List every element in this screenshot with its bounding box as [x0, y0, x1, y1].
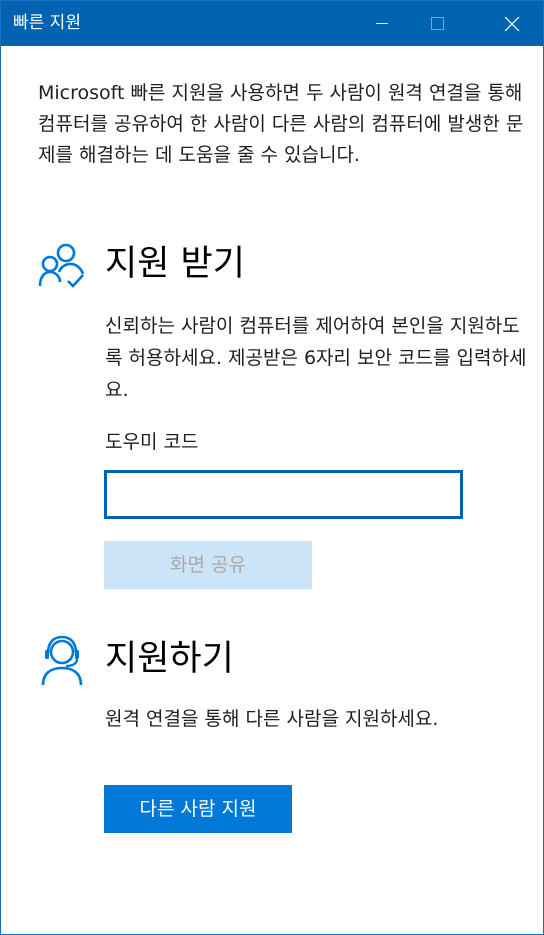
minimize-button[interactable] [359, 1, 405, 46]
headset-person-icon [41, 635, 83, 686]
maximize-button [415, 1, 461, 46]
quick-assist-window: 빠른 지원 Microsoft 빠른 지원을 사용하면 두 사람이 원격 연결을… [0, 0, 544, 935]
people-check-icon [38, 243, 85, 288]
give-help-heading: 지원하기 [105, 639, 234, 679]
intro-text: Microsoft 빠른 지원을 사용하면 두 사람이 원격 연결을 통해 컴퓨… [38, 82, 524, 166]
help-someone-button[interactable]: 다른 사람 지원 [104, 785, 292, 833]
maximize-icon [431, 17, 444, 30]
helper-code-label: 도우미 코드 [105, 431, 199, 453]
get-help-heading: 지원 받기 [105, 244, 245, 284]
minimize-icon [376, 23, 388, 24]
close-icon [504, 16, 520, 32]
get-help-description: 신뢰하는 사람이 컴퓨터를 제어하여 본인을 지원하도록 허용하세요. 제공받은… [105, 315, 527, 401]
give-help-description: 원격 연결을 통해 다른 사람을 지원하세요. [105, 708, 439, 730]
share-screen-button[interactable]: 화면 공유 [104, 541, 312, 589]
helper-code-input[interactable] [104, 470, 463, 519]
window-title: 빠른 지원 [13, 13, 81, 33]
close-button[interactable] [489, 1, 535, 46]
title-bar[interactable]: 빠른 지원 [1, 1, 543, 46]
